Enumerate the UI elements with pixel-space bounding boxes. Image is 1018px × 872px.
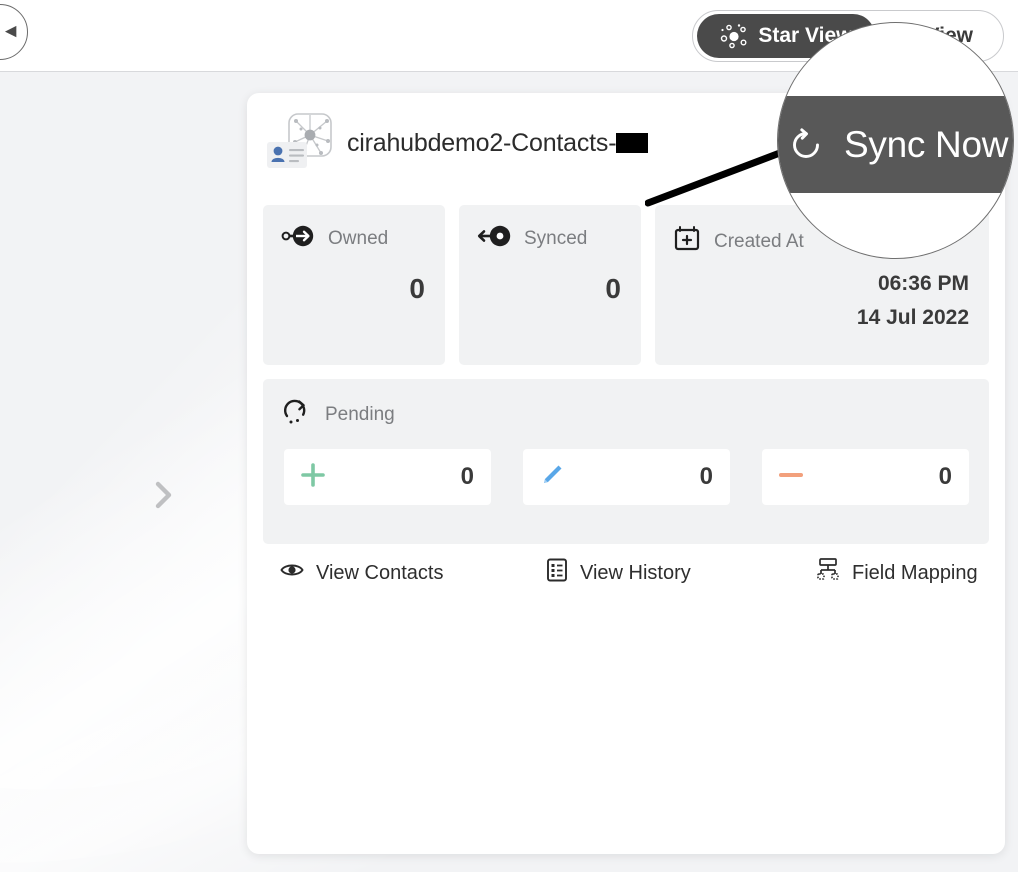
calendar-plus-icon [673,225,701,258]
field-mapping-icon [816,557,840,589]
view-history-label: View History [580,562,691,585]
pending-value-deleted: 0 [939,463,952,491]
stat-label-created-at: Created At [714,231,804,253]
minus-icon [778,462,804,493]
field-mapping-link[interactable]: Field Mapping [787,557,978,589]
carousel-next-button[interactable] [148,476,178,514]
field-mapping-label: Field Mapping [852,562,978,585]
refresh-pending-icon [281,397,311,432]
stat-value-synced: 0 [605,273,621,305]
card-actions: View Contacts View History [263,557,989,589]
pencil-icon [539,462,565,493]
stat-value-owned: 0 [409,273,425,305]
stat-value-created-at: 06:36 PM 14 Jul 2022 [857,267,969,335]
sync-now-tooltip-label: Sync Now [844,124,1008,166]
view-history-link[interactable]: View History [525,558,787,588]
chevron-right-icon [148,476,178,514]
page-title-text: cirahubdemo2-Contacts- [347,129,616,158]
plus-icon [300,462,326,493]
created-at-date: 14 Jul 2022 [857,301,969,335]
sync-now-tooltip: Sync Now [778,96,1014,193]
synced-arrow-in-icon [477,225,511,252]
stat-card-owned: Owned 0 [263,205,445,365]
zoom-callout-magnifier: Sync Now [777,22,1014,259]
page-title: cirahubdemo2-Contacts- [347,129,648,158]
created-at-time: 06:36 PM [857,267,969,301]
pending-value-updated: 0 [700,463,713,491]
pending-card-deleted[interactable]: 0 [762,449,969,505]
view-contacts-label: View Contacts [316,562,443,585]
pending-value-added: 0 [461,463,474,491]
pending-cards-row: 0 0 [263,432,989,505]
pending-section: Pending 0 [263,379,989,544]
view-contacts-link[interactable]: View Contacts [263,561,525,585]
left-nav-icon: ◄ [1,22,20,41]
owned-arrow-out-icon [281,225,315,252]
star-network-icon [719,23,749,49]
app-root: ◄ Star View [0,0,1018,872]
history-list-icon [546,558,568,588]
redacted-text-block [616,133,648,153]
stat-label-owned: Owned [328,228,388,250]
stat-label-synced: Synced [524,228,587,250]
sync-now-icon [783,122,829,173]
stat-card-synced: Synced 0 [459,205,641,365]
hub-network-contacts-icon [265,108,335,178]
pending-card-updated[interactable]: 0 [523,449,730,505]
pending-label: Pending [325,404,395,426]
eye-icon [280,561,304,585]
left-nav-circle-button[interactable]: ◄ [0,4,28,60]
pending-card-added[interactable]: 0 [284,449,491,505]
